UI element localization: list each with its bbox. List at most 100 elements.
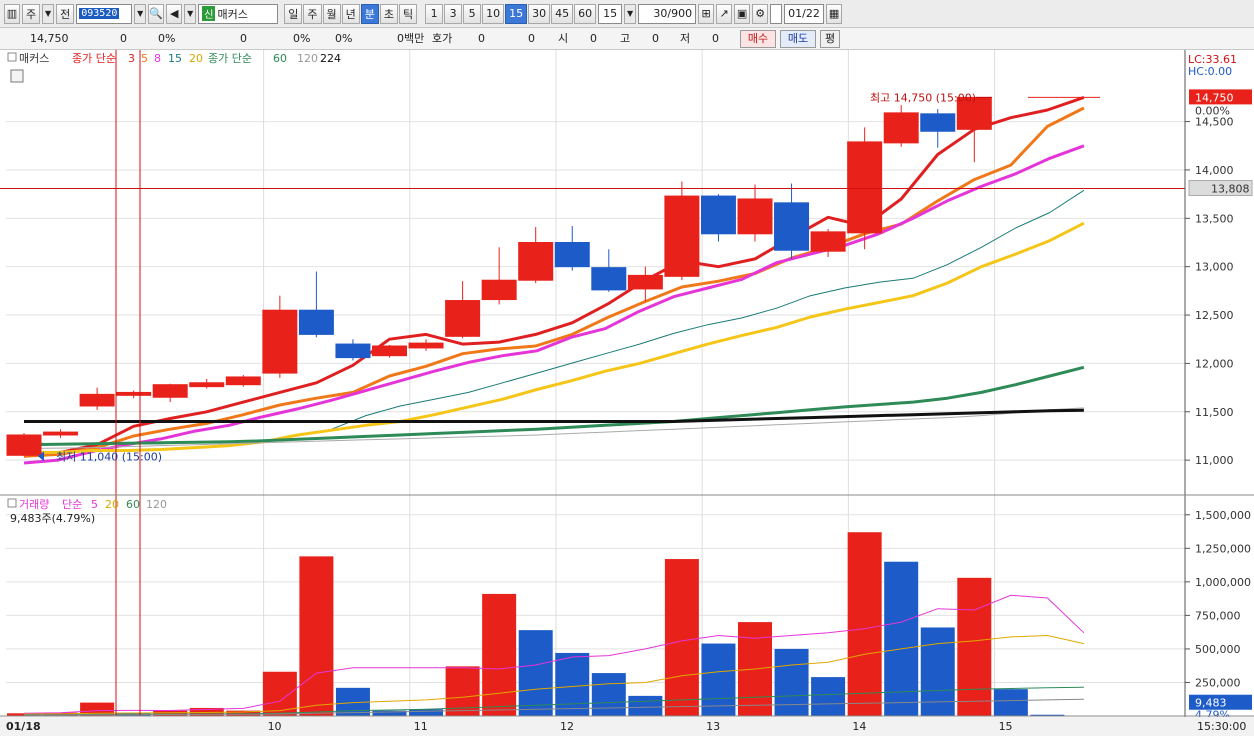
period-button[interactable]: 초 [379,3,398,24]
interval-button[interactable]: 3 [444,3,463,24]
stock-code-dropdown-icon[interactable]: ▼ [134,3,147,24]
price-tick-label: 13,500 [1195,212,1234,225]
volume-tick-label: 250,000 [1195,676,1241,689]
period-button[interactable]: 일 [284,3,303,24]
price-tick-label: 13,000 [1195,261,1234,274]
candle-body [79,393,115,407]
settings-gear-icon[interactable]: ⚙ [752,3,769,24]
candle-body [335,343,371,359]
interval-button[interactable]: 15 [505,3,528,24]
volume-tick-label: 500,000 [1195,643,1241,656]
volume-bar [555,652,590,716]
price-tick-label: 14,000 [1195,164,1234,177]
prev-button[interactable]: 전 [56,3,75,24]
interval-input[interactable]: 15 [598,3,623,24]
period-button[interactable]: 년 [341,3,360,24]
interval-dropdown-icon[interactable]: ▼ [624,3,637,24]
volume-legend-ma60: 60 [126,498,140,511]
volume-legend-name: 거래량 [19,498,49,511]
stock-code-input[interactable]: 093520 [76,3,133,24]
price-tick-label: 12,500 [1195,309,1234,322]
quote-low-label: 저 [680,32,691,45]
interval-button[interactable]: 5 [463,3,482,24]
quote-pct3: 0% [335,32,353,45]
period-button[interactable]: 분 [360,3,379,24]
volume-bar [993,689,1028,716]
candle-body [372,345,407,357]
candle-body [883,112,919,144]
interval-button[interactable]: 1 [425,3,444,24]
legend-ma-prefix: 종가 단순 [72,52,116,65]
volume-tick-label: 1,250,000 [1195,542,1251,555]
quote-price: 14,750 [30,32,69,45]
drawing-tool-icon[interactable]: ↗ [716,3,733,24]
mode-button[interactable]: 주 [22,3,41,24]
sell-button[interactable]: 매도 [780,30,816,48]
quote-amount: 0백만 [397,32,425,45]
x-day-label: 14 [852,720,866,733]
volume-bar [701,643,736,716]
data-table-icon[interactable] [10,69,24,83]
date-input[interactable]: 01/22 [784,3,825,24]
candle-body [298,309,334,335]
calendar-icon[interactable]: ▦ [826,3,843,24]
volume-legend-ma5: 5 [91,498,98,511]
interval-button[interactable]: 45 [551,3,574,24]
volume-bar [847,532,882,716]
date-checkbox[interactable] [770,3,783,24]
speaker-dropdown-icon[interactable]: ▼ [184,3,197,24]
volume-bar [591,673,626,716]
avg-button[interactable]: 평 [820,30,840,48]
candle-body [152,384,188,398]
legend-long-prefix: 종가 단순 [208,52,252,65]
stock-name: 매커스 [217,7,248,21]
chart-menu-icon[interactable]: ▥ [4,3,20,24]
candle-type-icon[interactable]: ⊞ [698,3,715,24]
legend-ma120: 120 [297,52,318,65]
candle-body [445,300,481,337]
interval-button[interactable]: 60 [574,3,597,24]
save-icon[interactable]: ▣ [734,3,751,24]
toolbar: ▥ 주 ▼ 전 093520 ▼ 🔍 ◀ ▼ 신 매커스 일주월년분초틱 135… [0,0,1254,28]
new-badge: 신 [202,6,216,21]
stock-name-field[interactable]: 신 매커스 [198,3,279,24]
stock-chart[interactable]: 14,7500.00%13,808LC:33.61HC:0.00최고 14,75… [0,50,1254,736]
legend-stock-name: 매커스 [19,52,49,65]
candle-body [518,241,554,281]
x-day-label: 10 [268,720,282,733]
legend-ma20: 20 [189,52,203,65]
count-input[interactable]: 30/900 [638,3,697,24]
volume-legend-prefix: 단순 [62,498,82,511]
period-button[interactable]: 틱 [399,3,418,24]
candle-body [481,279,517,301]
period-button[interactable]: 주 [303,3,322,24]
volume-bar [920,627,955,716]
mode-dropdown-icon[interactable]: ▼ [42,3,55,24]
quote-volume-pct: 0% [293,32,311,45]
quote-bid-value: 0 [478,32,485,45]
candle-body [6,434,42,456]
legend-ma8: 8 [154,52,161,65]
candle-body [591,267,627,291]
buy-button[interactable]: 매수 [740,30,776,48]
quote-open-label: 시 [558,32,569,45]
x-time-right-label: 15:30:00 [1197,720,1246,733]
candle-body [920,113,956,132]
high-annotation: 최고 14,750 (15:00) [870,91,976,104]
x-day-label: 13 [706,720,720,733]
candle-body [225,376,261,386]
price-tick-label: 12,000 [1195,357,1234,370]
candle-body [847,141,883,234]
interval-buttons: 1 3 5 10 15 30 45 60 [425,3,597,24]
x-day-label: 11 [414,720,428,733]
candle-body [737,198,773,235]
search-icon[interactable]: 🔍 [148,3,165,24]
interval-button[interactable]: 30 [528,3,551,24]
volume-tick-label: 750,000 [1195,609,1241,622]
interval-button[interactable]: 10 [482,3,505,24]
legend-ma15: 15 [168,52,182,65]
quote-open-value: 0 [590,32,597,45]
period-button[interactable]: 월 [322,3,341,24]
candle-body [262,309,298,374]
speaker-icon[interactable]: ◀ [166,3,183,24]
